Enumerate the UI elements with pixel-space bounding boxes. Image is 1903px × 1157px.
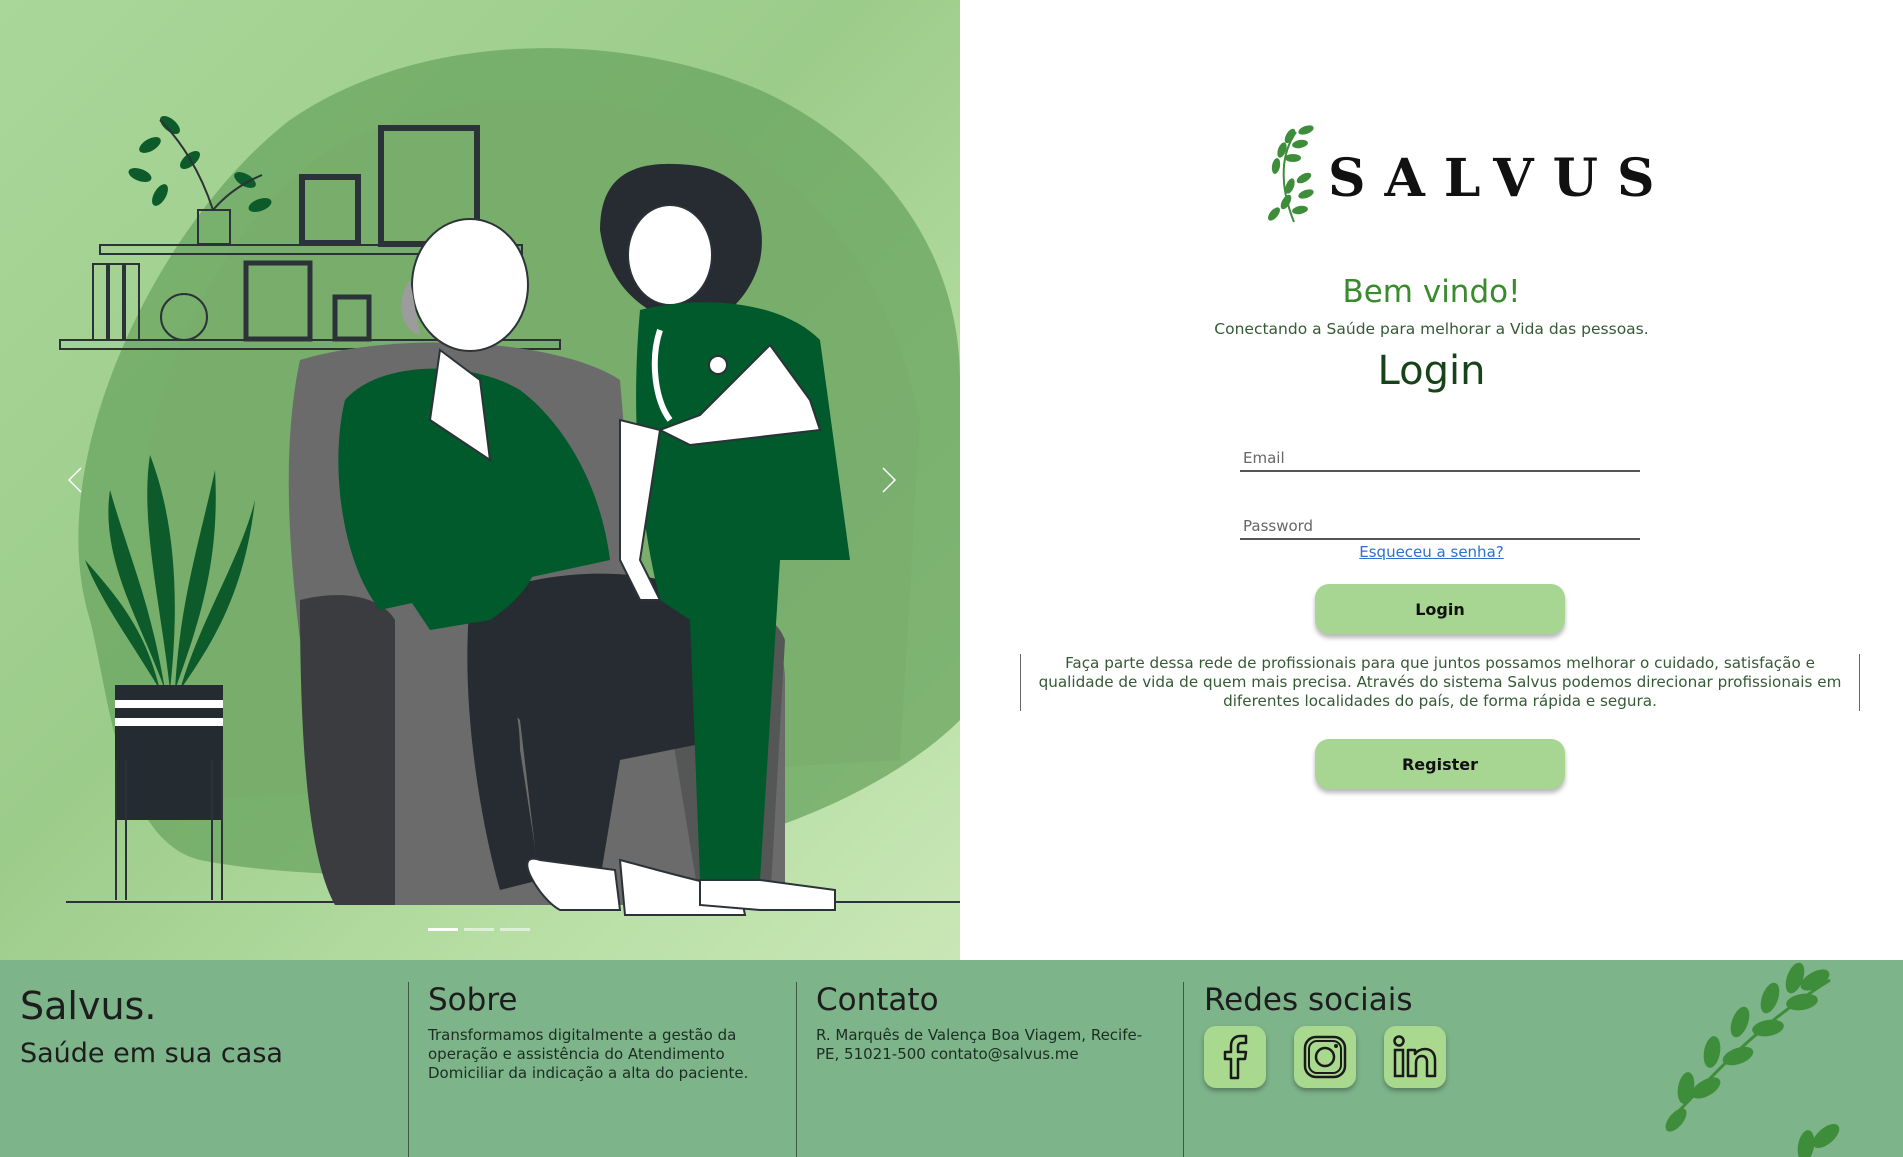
login-title: Login xyxy=(1377,348,1486,394)
linkedin-button[interactable] xyxy=(1384,1026,1446,1088)
footer-brand-name: Salvus. xyxy=(20,984,157,1028)
footer-about-title: Sobre xyxy=(428,982,518,1018)
email-field[interactable] xyxy=(1240,446,1640,470)
footer-about-text: Transformamos digitalmente a gestão da o… xyxy=(428,1026,749,1082)
hero-carousel xyxy=(0,0,960,960)
carousel-indicators xyxy=(428,928,530,931)
carousel-indicator-3[interactable] xyxy=(500,928,530,931)
footer-social-title: Redes sociais xyxy=(1204,982,1413,1018)
carousel-next-button[interactable] xyxy=(868,460,908,500)
chevron-right-icon xyxy=(882,467,897,493)
facebook-icon xyxy=(1223,1034,1248,1080)
salvus-logo: SALVUS xyxy=(1260,122,1655,232)
chevron-left-icon xyxy=(67,467,82,493)
laurel-branch-decoration xyxy=(1665,962,1840,1157)
instagram-icon xyxy=(1303,1035,1347,1079)
carousel-indicator-2[interactable] xyxy=(464,928,494,931)
password-field-wrapper xyxy=(1240,514,1640,540)
login-button[interactable]: Login xyxy=(1315,584,1565,634)
join-description: Faça parte dessa rede de profissionais p… xyxy=(1020,654,1860,711)
welcome-heading: Bem vindo! xyxy=(1342,274,1521,310)
tagline: Conectando a Saúde para melhorar a Vida … xyxy=(1214,320,1649,338)
instagram-button[interactable] xyxy=(1294,1026,1356,1088)
logo-wordmark: SALVUS xyxy=(1328,148,1674,209)
register-button[interactable]: Register xyxy=(1315,739,1565,789)
email-field-wrapper xyxy=(1240,446,1640,472)
nurse-elderly-illustration xyxy=(59,48,960,916)
linkedin-icon xyxy=(1393,1035,1437,1078)
footer-contact-text: R. Marquês de Valença Boa Viagem, Recife… xyxy=(816,1026,1143,1063)
carousel-prev-button[interactable] xyxy=(56,460,96,500)
footer: Salvus. Saúde em sua casa Sobre Transfor… xyxy=(0,960,1903,1157)
footer-divider xyxy=(408,982,409,1157)
facebook-button[interactable] xyxy=(1204,1026,1266,1088)
laurel-leaf-icon xyxy=(1268,125,1314,223)
carousel-indicator-1[interactable] xyxy=(428,928,458,931)
password-field[interactable] xyxy=(1240,514,1640,538)
footer-divider xyxy=(1183,982,1184,1157)
page: SALVUS Bem vindo! Conectando a Saúde par… xyxy=(0,0,1903,1157)
footer-contact-title: Contato xyxy=(816,982,939,1018)
footer-divider xyxy=(796,982,797,1157)
login-panel: SALVUS Bem vindo! Conectando a Saúde par… xyxy=(960,0,1903,960)
forgot-password-link[interactable]: Esqueceu a senha? xyxy=(960,543,1903,561)
footer-brand-slogan: Saúde em sua casa xyxy=(20,1038,283,1069)
